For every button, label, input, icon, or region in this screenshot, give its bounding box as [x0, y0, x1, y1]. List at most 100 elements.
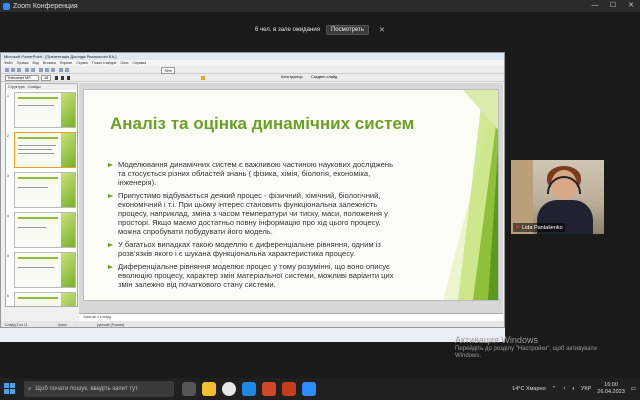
powerpoint-statusbar: Слайд 2 из 11 Грань русский (Россия): [1, 321, 504, 327]
slide-thumbnail[interactable]: [14, 92, 76, 128]
design-button[interactable]: Конструктор: [281, 75, 303, 79]
slide-thumbnail[interactable]: [14, 172, 76, 208]
language-indicator[interactable]: УКР: [581, 386, 591, 392]
font-color-icon[interactable]: [201, 76, 205, 80]
waiting-room-text: 6 чел. в зале ожидания: [255, 27, 320, 33]
thumbnail-text-line: [18, 145, 56, 146]
thumbnail-number: 1: [7, 94, 9, 98]
system-tray: 14°C Хмарно ⌃ ◔ ◖ УКР 16:00 26.04.2023 ▭: [512, 378, 636, 400]
slide-thumbnail[interactable]: [14, 252, 76, 288]
bullet-item: Моделювання динамічних систем є важливою…: [106, 160, 398, 187]
participant-name: Lida Pantalienko: [522, 224, 563, 231]
participant-name-tag: ✕ Lida Pantalienko: [513, 223, 565, 232]
menu-help[interactable]: Справка: [132, 61, 146, 65]
thumbnail-number: 6: [7, 294, 9, 298]
thumbnail-title: [18, 217, 58, 219]
weather-widget[interactable]: 14°C Хмарно: [512, 386, 545, 392]
thumbnail-text-line: [18, 187, 48, 188]
print-icon[interactable]: [25, 68, 29, 72]
thumbnail-title: [18, 177, 58, 179]
thumbnail-text-line: [18, 267, 54, 268]
menu-file[interactable]: Файл: [4, 61, 13, 65]
standard-toolbar: 76%: [1, 66, 504, 74]
undo-icon[interactable]: [59, 68, 63, 72]
new-slide-button[interactable]: Создать слайд: [311, 75, 337, 79]
paste-icon[interactable]: [51, 68, 55, 72]
slide-thumbnail[interactable]: [14, 132, 76, 168]
activate-windows-line1: Перейдіть до розділу "Настройки", щоб ак…: [455, 346, 597, 352]
edge-icon[interactable]: [242, 382, 256, 396]
formatting-toolbar: Trebuchet MS 18 Конструктор Создать слай…: [1, 74, 504, 82]
taskbar-search[interactable]: ⌕ Щоб почати пошук, введіть запит тут: [24, 381, 174, 397]
zoom-taskbar-icon[interactable]: [302, 382, 316, 396]
bullet-item: У багатьох випадках такою моделлю є дифе…: [106, 240, 398, 258]
slide-editing-area: Аналіз та оцінка динамічних систем Модел…: [79, 83, 503, 313]
maximize-icon[interactable]: ☐: [604, 0, 622, 12]
powerpoint-icon[interactable]: [282, 382, 296, 396]
tab-outline[interactable]: Структура: [8, 85, 25, 89]
start-logo-tile: [10, 383, 15, 388]
chrome-icon[interactable]: [222, 382, 236, 396]
network-icon[interactable]: ◔: [562, 386, 565, 392]
start-logo-tile: [10, 389, 15, 394]
slides-pane: Структура Слайды 1 2 3 4 5 6: [5, 83, 78, 307]
waiting-room-notice: 6 чел. в зале ожидания Посмотреть ✕: [255, 24, 385, 36]
shared-screen: Microsoft PowerPoint - [Презентація Досл…: [0, 52, 505, 328]
close-icon[interactable]: ✕: [622, 0, 640, 12]
windows-taskbar: ⌕ Щоб почати пошук, введіть запит тут 14…: [0, 378, 640, 400]
tab-slides[interactable]: Слайды: [28, 85, 41, 89]
thumbnail-text-line: [18, 149, 52, 150]
show-hidden-icons-icon[interactable]: ⌃: [552, 386, 557, 392]
preview-icon[interactable]: [31, 68, 35, 72]
minimize-icon[interactable]: —: [586, 0, 604, 12]
start-button[interactable]: [4, 383, 16, 395]
menu-view[interactable]: Вид: [32, 61, 38, 65]
thumbnail-decor: [61, 293, 75, 306]
cut-icon[interactable]: [39, 68, 43, 72]
italic-icon[interactable]: [61, 76, 64, 80]
task-view-icon[interactable]: [182, 382, 196, 396]
menu-format[interactable]: Формат: [60, 61, 72, 65]
dismiss-notice-icon[interactable]: ✕: [379, 26, 385, 34]
menu-insert[interactable]: Вставка: [43, 61, 56, 65]
thumbnail-text-line: [18, 227, 46, 228]
font-size-select[interactable]: 18: [41, 75, 52, 81]
thumbnail-decor: [61, 93, 75, 127]
powerpoint-titlebar: Microsoft PowerPoint - [Презентація Досл…: [1, 53, 504, 60]
slide-title: Аналіз та оцінка динамічних систем: [110, 114, 415, 133]
slide-thumbnail[interactable]: [14, 292, 76, 306]
zoom-select[interactable]: 76%: [161, 67, 176, 74]
volume-icon[interactable]: ◖: [572, 386, 575, 392]
current-slide[interactable]: Аналіз та оцінка динамічних систем Модел…: [83, 89, 499, 301]
search-placeholder: Щоб почати пошук, введіть запит тут: [35, 386, 138, 392]
participant-video[interactable]: ✕ Lida Pantalienko: [511, 160, 604, 234]
notifications-icon[interactable]: ▭: [631, 386, 636, 392]
save-icon[interactable]: [17, 68, 21, 72]
redo-icon[interactable]: [65, 68, 69, 72]
menu-window[interactable]: Окно: [120, 61, 128, 65]
zoom-logo-icon: [3, 2, 10, 10]
slide-thumbnail[interactable]: [14, 212, 76, 248]
thumbnail-title: [18, 297, 58, 299]
notes-pane[interactable]: Заметки к слайду: [79, 313, 503, 321]
menu-slideshow[interactable]: Показ слайдов: [92, 61, 116, 65]
bullet-item: Диференціальне рівняння моделює процес у…: [106, 262, 398, 289]
thumbnail-number: 5: [7, 254, 9, 258]
thumbnail-text-line: [18, 153, 54, 154]
view-waiting-room-button[interactable]: Посмотреть: [325, 25, 370, 35]
new-icon[interactable]: [5, 68, 9, 72]
design-template-name: Грань: [57, 322, 67, 327]
menu-edit[interactable]: Правка: [17, 61, 29, 65]
menu-tools[interactable]: Сервис: [76, 61, 88, 65]
open-icon[interactable]: [11, 68, 15, 72]
start-logo-tile: [4, 389, 9, 394]
powerpoint-icon[interactable]: [262, 382, 276, 396]
font-name-select[interactable]: Trebuchet MS: [5, 75, 39, 81]
file-explorer-icon[interactable]: [202, 382, 216, 396]
bold-icon[interactable]: [55, 76, 58, 80]
copy-icon[interactable]: [45, 68, 49, 72]
clock[interactable]: 16:00 26.04.2023: [597, 382, 625, 396]
slide-bullets: Моделювання динамічних систем є важливою…: [106, 160, 398, 293]
underline-icon[interactable]: [67, 76, 70, 80]
thumbnail-title: [18, 97, 58, 99]
